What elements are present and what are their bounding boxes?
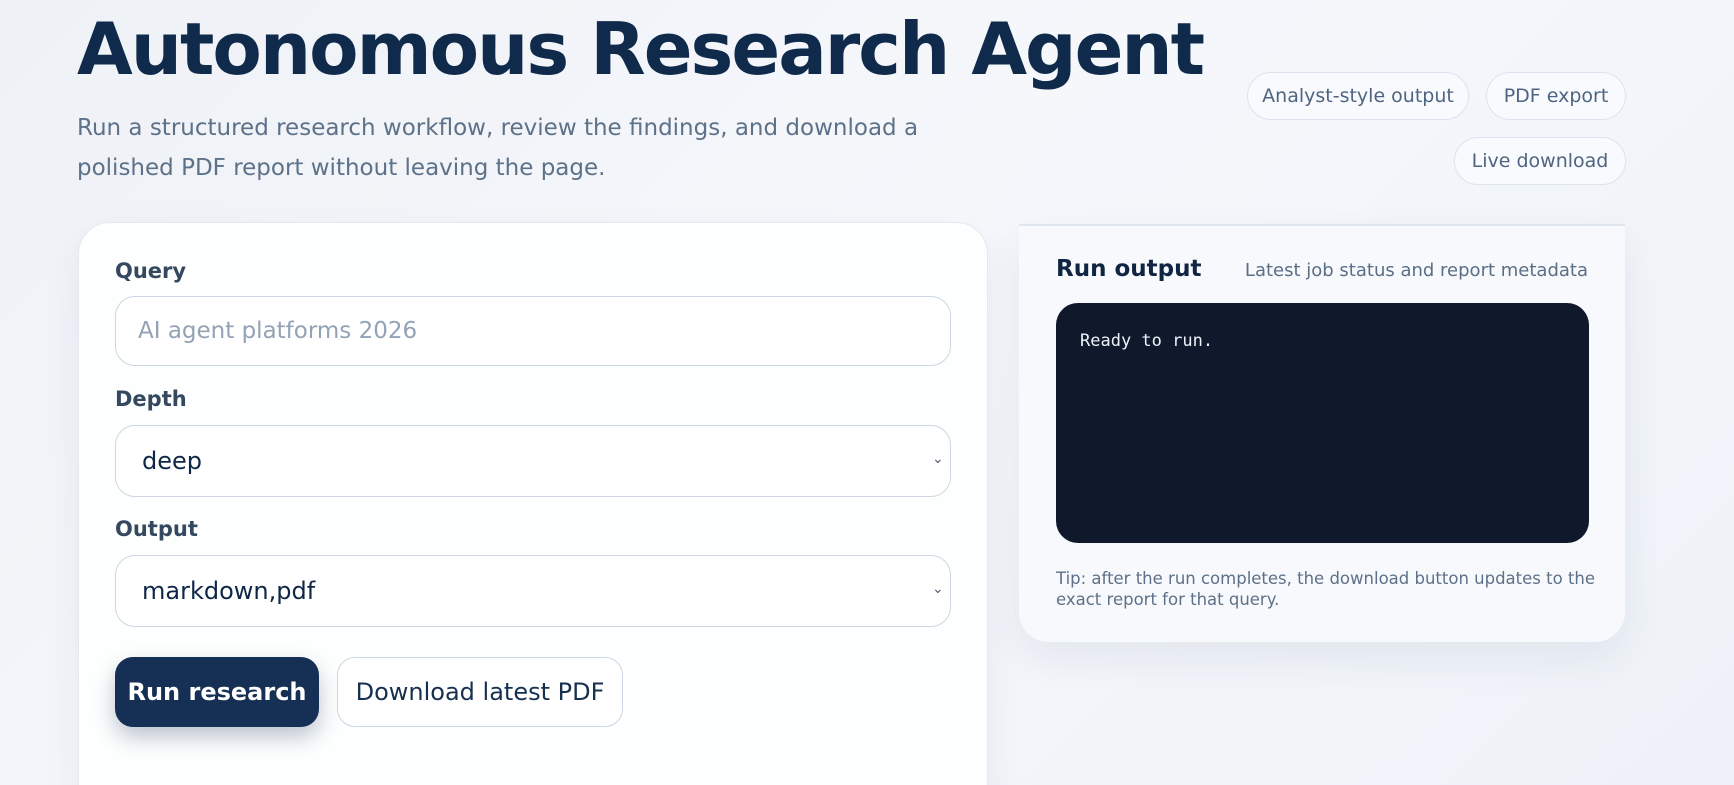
run-output-card: Run output Latest job status and report … (1019, 224, 1625, 642)
download-tip: Tip: after the run completes, the downlo… (1056, 569, 1596, 609)
output-select[interactable]: markdown,pdf ⌄ (115, 555, 951, 627)
depth-label: Depth (115, 387, 187, 411)
chip-live-download: Live download (1454, 137, 1626, 185)
run-output-subtitle: Latest job status and report metadata (1244, 260, 1588, 281)
page-subtitle: Run a structured research workflow, revi… (77, 115, 919, 181)
output-label: Output (115, 517, 198, 541)
depth-select-value: deep (142, 447, 202, 475)
chevron-down-icon: ⌄ (932, 451, 944, 467)
query-label: Query (115, 259, 187, 283)
download-pdf-button[interactable]: Download latest PDF (337, 657, 623, 727)
chip-pdf-export: PDF export (1486, 72, 1626, 120)
run-output-title: Run output (1056, 256, 1202, 282)
page: Autonomous Research Agent Run a structur… (0, 0, 1734, 785)
chip-analyst-style-output: Analyst-style output (1247, 72, 1469, 120)
run-research-button[interactable]: Run research (115, 657, 319, 727)
depth-select[interactable]: deep ⌄ (115, 425, 951, 497)
chevron-down-icon: ⌄ (932, 581, 944, 597)
query-input[interactable] (115, 296, 951, 366)
page-title: Autonomous Research Agent (77, 7, 1205, 91)
output-console: Ready to run. (1056, 303, 1589, 543)
console-status-text: Ready to run. (1080, 331, 1214, 351)
output-select-value: markdown,pdf (142, 577, 316, 605)
research-form-card: Query Depth deep ⌄ Output markdown,pdf ⌄… (78, 222, 988, 785)
